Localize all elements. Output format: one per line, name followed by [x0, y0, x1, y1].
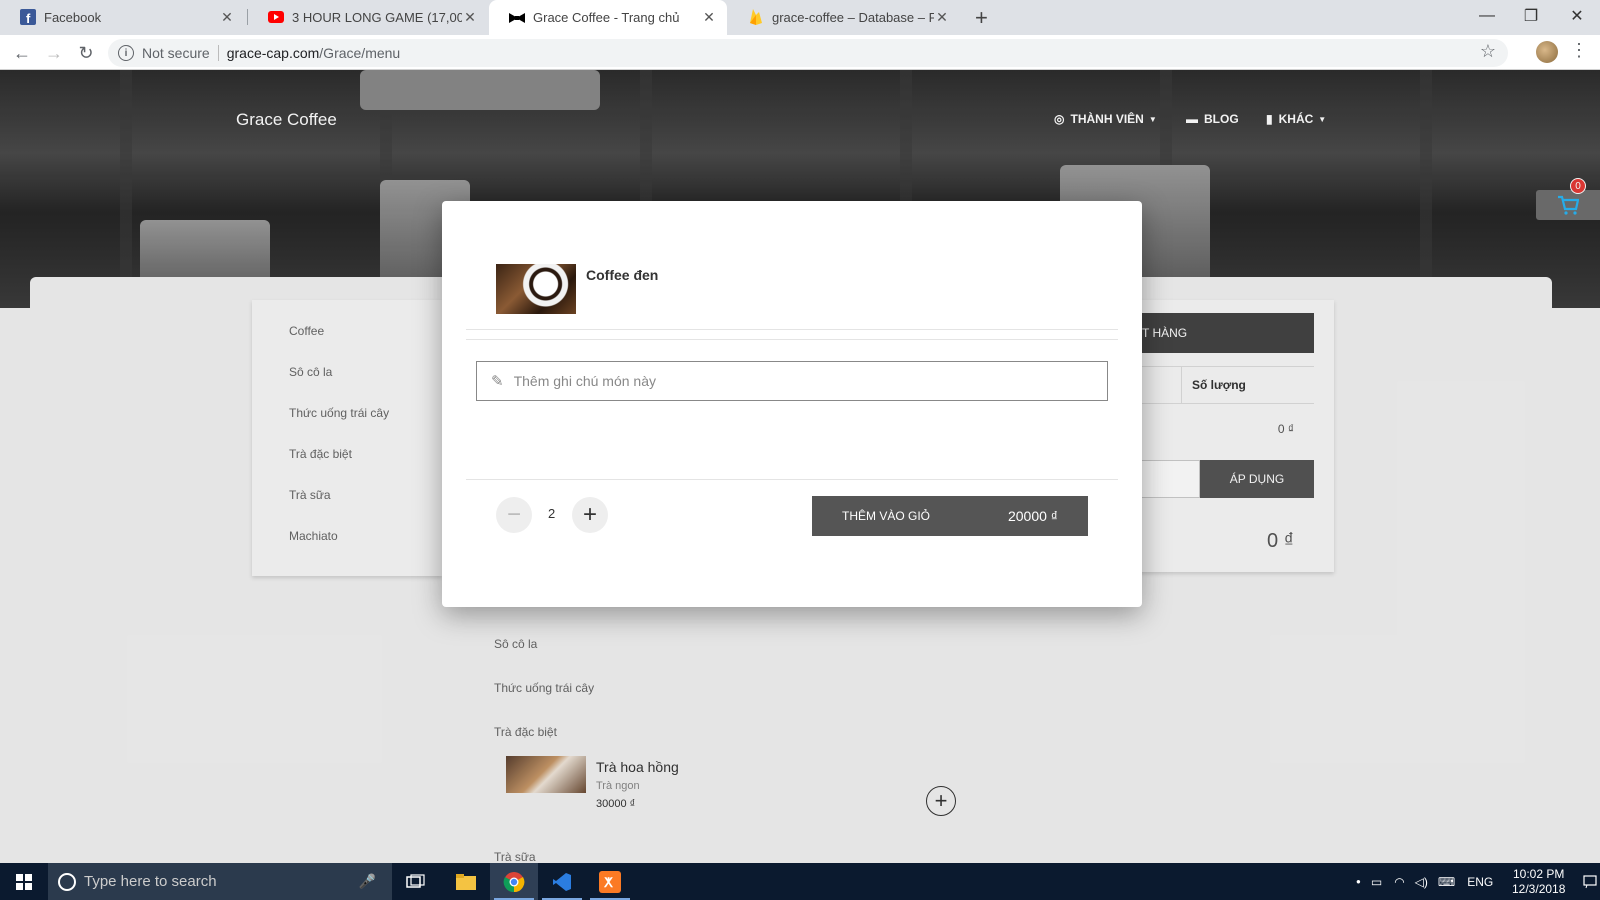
browser-tabstrip: f Facebook ✕ 3 HOUR LONG GAME (17,000+ A… — [0, 0, 1600, 35]
windows-taskbar: Type here to search 🎤 ⵅ ● ▭ ◠ ◁) ⌨ ENG 1… — [0, 863, 1600, 900]
note-input[interactable] — [513, 373, 1107, 389]
svg-text:ⵅ: ⵅ — [603, 875, 614, 890]
system-tray: ● ▭ ◠ ◁) ⌨ ENG — [1356, 863, 1493, 900]
url-text: grace-cap.com/Grace/menu — [227, 45, 401, 61]
minimize-button[interactable]: — — [1464, 2, 1510, 30]
bowtie-icon — [509, 10, 525, 26]
pencil-icon: ✎ — [491, 373, 504, 390]
language-indicator[interactable]: ENG — [1467, 875, 1493, 889]
url-host: grace-cap.com — [226, 45, 320, 61]
taskbar-search[interactable]: Type here to search 🎤 — [48, 863, 392, 900]
notifications-icon[interactable] — [1580, 863, 1600, 900]
wifi-icon[interactable]: ◠ — [1394, 875, 1404, 889]
divider — [217, 45, 219, 61]
decrease-quantity-button[interactable]: − — [496, 497, 532, 533]
chrome-icon[interactable] — [490, 863, 538, 900]
new-tab-button[interactable]: + — [975, 5, 988, 31]
profile-avatar[interactable] — [1536, 41, 1558, 63]
battery-icon[interactable]: ▭ — [1371, 875, 1382, 889]
divider — [466, 339, 1118, 340]
forward-arrow-icon[interactable]: → — [42, 41, 66, 65]
coffee-thumbnail — [496, 264, 576, 314]
svg-text:f: f — [26, 11, 31, 25]
reload-icon[interactable]: ↻ — [74, 41, 98, 65]
tab-title: Facebook — [44, 9, 102, 25]
back-arrow-icon[interactable]: ← — [10, 41, 34, 65]
restore-button[interactable]: ❐ — [1508, 2, 1554, 30]
vscode-icon[interactable] — [538, 863, 586, 900]
browser-toolbar: ← → ↻ i Not secure grace-cap.com/Grace/m… — [0, 35, 1600, 70]
info-icon[interactable]: i — [118, 45, 134, 61]
firebase-icon — [748, 9, 764, 25]
quantity-value: 2 — [548, 506, 556, 521]
close-icon[interactable]: ✕ — [701, 9, 717, 26]
tab-firebase[interactable]: grace-coffee – Database – Fireba ✕ — [728, 0, 960, 34]
windows-logo-icon — [16, 873, 32, 890]
clock-date: 12/3/2018 — [1512, 882, 1566, 896]
add-item-modal: Coffee đen ✎ − 2 + THÊM VÀO GIỎ 20000 ₫ — [442, 201, 1142, 607]
tab-facebook[interactable]: f Facebook ✕ — [0, 0, 245, 34]
add-to-cart-label: THÊM VÀO GIỎ — [842, 509, 931, 523]
close-icon[interactable]: ✕ — [462, 9, 478, 26]
bookmark-star-icon[interactable]: ☆ — [1480, 41, 1496, 62]
close-window-button[interactable]: ✕ — [1554, 2, 1600, 30]
task-view-icon[interactable] — [392, 863, 440, 900]
address-bar[interactable]: i Not secure grace-cap.com/Grace/menu ☆ — [108, 39, 1508, 67]
xampp-icon[interactable]: ⵅ — [586, 863, 634, 900]
file-explorer-icon[interactable] — [442, 863, 490, 900]
url-path: /Grace/menu — [319, 45, 401, 61]
divider — [466, 479, 1118, 480]
security-label: Not secure — [142, 45, 210, 61]
divider — [466, 329, 1118, 330]
tab-title: Grace Coffee - Trang chủ — [533, 10, 680, 25]
cortana-icon — [58, 872, 76, 891]
clock-time: 10:02 PM — [1513, 867, 1565, 881]
microphone-icon[interactable]: 🎤 — [359, 873, 376, 890]
add-to-cart-price: 20000 ₫ — [1007, 508, 1058, 524]
tab-grace-coffee[interactable]: Grace Coffee - Trang chủ ✕ — [489, 0, 727, 35]
taskbar-clock[interactable]: 10:02 PM 12/3/2018 — [1512, 867, 1565, 897]
tab-title: 3 HOUR LONG GAME (17,000+ A — [292, 9, 462, 25]
tab-title: grace-coffee – Database – Fireba — [772, 9, 934, 25]
facebook-icon: f — [20, 9, 36, 25]
add-to-cart-button[interactable]: THÊM VÀO GIỎ 20000 ₫ — [812, 496, 1088, 536]
modal-product-name: Coffee đen — [586, 267, 659, 283]
start-button[interactable] — [0, 863, 48, 900]
keyboard-icon[interactable]: ⌨ — [1438, 875, 1455, 889]
note-field[interactable]: ✎ — [476, 361, 1108, 401]
close-icon[interactable]: ✕ — [934, 9, 950, 26]
tab-youtube[interactable]: 3 HOUR LONG GAME (17,000+ A ✕ — [248, 0, 488, 34]
increase-quantity-button[interactable]: + — [572, 497, 608, 533]
tray-expand-icon[interactable]: ● — [1356, 877, 1361, 886]
volume-icon[interactable]: ◁) — [1415, 875, 1428, 889]
taskbar-search-placeholder: Type here to search — [84, 873, 217, 890]
close-icon[interactable]: ✕ — [219, 9, 235, 26]
youtube-icon — [268, 9, 284, 25]
browser-menu-icon[interactable]: ⋮ — [1570, 40, 1588, 61]
